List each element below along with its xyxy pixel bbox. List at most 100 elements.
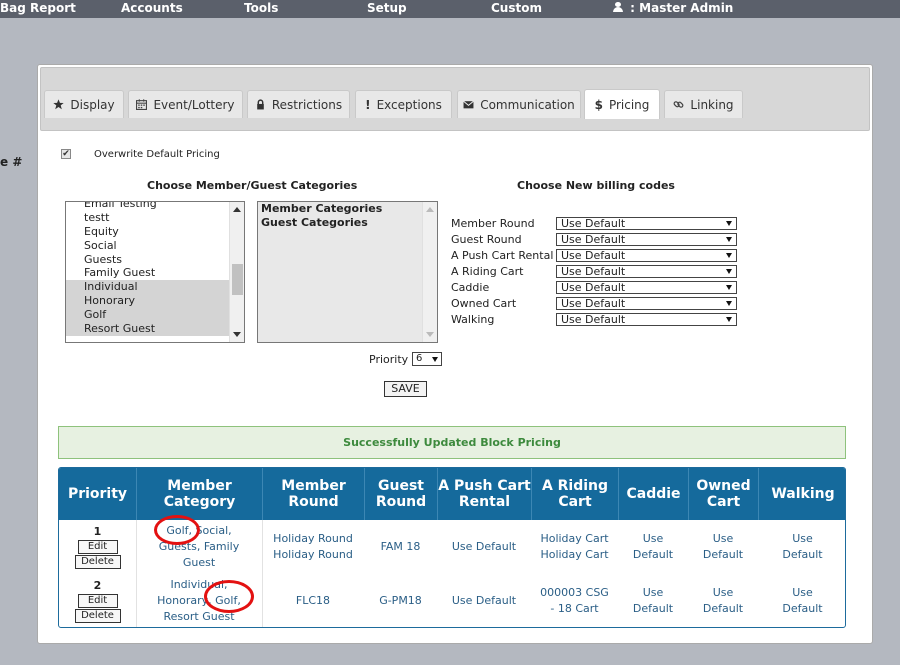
- list-item[interactable]: Honorary: [66, 294, 244, 309]
- scroll-up-icon: [426, 207, 434, 212]
- category-scrollbar[interactable]: [229, 202, 244, 342]
- billing-label-owned-cart: Owned Cart: [451, 297, 517, 310]
- group-scrollbar: [422, 202, 437, 342]
- top-nav-bar: Bag Report Accounts Tools Setup Custom :…: [0, 0, 900, 18]
- chevron-down-icon: [726, 285, 732, 290]
- billing-select-caddie[interactable]: Use Default: [556, 281, 737, 294]
- column-header-priority: Priority: [67, 486, 128, 502]
- exclamation-icon: !: [365, 97, 371, 112]
- link-icon: [673, 101, 684, 108]
- priority-select[interactable]: 6: [412, 352, 442, 366]
- billing-select-owned-cart[interactable]: Use Default: [556, 297, 737, 310]
- nav-tools[interactable]: Tools: [244, 1, 278, 15]
- priority-label: Priority: [369, 353, 409, 366]
- chevron-down-icon: [726, 317, 732, 322]
- billing-select-member-round[interactable]: Use Default: [556, 217, 737, 230]
- nav-custom[interactable]: Custom: [491, 1, 542, 15]
- save-button[interactable]: SAVE: [384, 381, 427, 397]
- annotation-circle: [154, 515, 200, 545]
- list-item[interactable]: Social: [66, 239, 244, 253]
- user-name: : Master Admin: [626, 1, 734, 15]
- scroll-up-icon[interactable]: [233, 207, 241, 212]
- tab-restrictions[interactable]: Restrictions: [247, 90, 350, 118]
- star-icon: [53, 99, 65, 110]
- table-row-1-push-cart: Use Default: [451, 540, 517, 553]
- table-row-1-priority: 1 Edit Delete: [59, 521, 136, 573]
- billing-label-riding-cart: A Riding Cart: [451, 265, 524, 278]
- category-listbox[interactable]: Email Testing testt Equity Social Guests…: [65, 201, 245, 343]
- chevron-down-icon: [726, 269, 732, 274]
- lock-icon: [257, 99, 264, 110]
- table-row-1-member-round: Holiday Round Holiday Round: [273, 532, 353, 561]
- billing-select-guest-round[interactable]: Use Default: [556, 233, 737, 246]
- annotation-circle: [204, 580, 254, 613]
- tab-exceptions[interactable]: ! Exceptions: [355, 90, 452, 118]
- list-item[interactable]: Guest Categories: [258, 216, 437, 230]
- side-label: e #: [0, 155, 23, 169]
- billing-label-member-round: Member Round: [451, 217, 535, 230]
- list-item[interactable]: Guests: [66, 253, 244, 267]
- billing-label-guest-round: Guest Round: [451, 233, 522, 246]
- column-header-walking: Walking: [758, 468, 845, 520]
- chevron-down-icon: [726, 221, 732, 226]
- table-row-1-owned-cart: Use Default: [702, 532, 744, 561]
- success-message: Successfully Updated Block Pricing: [58, 426, 846, 459]
- list-item[interactable]: Member Categories: [258, 202, 437, 216]
- table-row-2-riding-cart: 000003 CSG - 18 Cart: [540, 585, 609, 615]
- column-header-push-cart: A Push Cart Rental: [437, 468, 531, 520]
- chevron-down-icon: [432, 357, 438, 362]
- table-row-1-caddie: Use Default: [632, 532, 674, 561]
- table-row-2-priority: 2 Edit Delete: [59, 574, 136, 627]
- column-header-guest-round: Guest Round: [364, 468, 437, 520]
- scroll-down-icon[interactable]: [233, 332, 241, 337]
- pricing-panel: Display Event/Lottery Restrictions ! Exc…: [37, 64, 873, 644]
- list-item[interactable]: Email Testing: [66, 202, 244, 211]
- table-row-2-owned-cart: Use Default: [702, 585, 744, 615]
- delete-button[interactable]: Delete: [74, 608, 121, 623]
- list-item[interactable]: testt: [66, 211, 244, 225]
- table-row-1-riding-cart: Holiday Cart Holiday Cart: [540, 532, 609, 561]
- nav-user-menu[interactable]: : Master Admin: [613, 1, 733, 15]
- tab-event-lottery[interactable]: Event/Lottery: [128, 90, 243, 118]
- table-row-2-walking: Use Default: [782, 585, 823, 615]
- calendar-icon: [136, 99, 148, 110]
- table-row-2-caddie: Use Default: [632, 585, 674, 615]
- nav-accounts[interactable]: Accounts: [121, 1, 183, 15]
- column-header-member-round: Member Round: [262, 468, 364, 520]
- pricing-table: Priority Member Category Member Round Gu…: [58, 467, 846, 628]
- tab-display[interactable]: Display: [44, 90, 124, 118]
- list-item[interactable]: Golf: [66, 308, 244, 323]
- billing-select-walking[interactable]: Use Default: [556, 313, 737, 326]
- tab-pricing[interactable]: $ Pricing: [584, 89, 660, 119]
- categories-heading: Choose Member/Guest Categories: [147, 179, 358, 192]
- group-listbox[interactable]: Member Categories Guest Categories: [257, 201, 438, 343]
- chevron-down-icon: [726, 301, 732, 306]
- billing-label-walking: Walking: [451, 313, 495, 326]
- overwrite-default-checkbox[interactable]: ✔: [61, 149, 71, 159]
- table-row-2-push-cart: Use Default: [451, 593, 517, 607]
- billing-select-riding-cart[interactable]: Use Default: [556, 265, 737, 278]
- nav-bag-report[interactable]: Bag Report: [0, 1, 76, 15]
- dollar-icon: $: [594, 97, 603, 112]
- list-item[interactable]: Family Guest: [66, 266, 244, 280]
- billing-label-caddie: Caddie: [451, 281, 490, 294]
- tab-linking[interactable]: Linking: [664, 90, 743, 118]
- billing-label-push-cart: A Push Cart Rental: [451, 249, 554, 262]
- envelope-icon: [463, 100, 474, 109]
- edit-button[interactable]: Edit: [77, 593, 118, 608]
- column-header-riding-cart: A Riding Cart: [531, 468, 618, 520]
- list-item[interactable]: Equity: [66, 225, 244, 239]
- table-row-2-member-round: FLC18: [295, 593, 331, 607]
- list-item[interactable]: Resort Guest: [66, 322, 244, 336]
- tab-communication[interactable]: Communication: [457, 90, 581, 118]
- table-row-2-guest-round: G-PM18: [379, 593, 422, 607]
- edit-button[interactable]: Edit: [77, 540, 118, 554]
- delete-button[interactable]: Delete: [74, 555, 121, 569]
- chevron-down-icon: [726, 237, 732, 242]
- list-item[interactable]: Individual: [66, 280, 244, 295]
- user-icon: [613, 2, 623, 12]
- table-row-1-walking: Use Default: [782, 532, 823, 561]
- nav-setup[interactable]: Setup: [367, 1, 407, 15]
- billing-select-push-cart[interactable]: Use Default: [556, 249, 737, 262]
- scroll-thumb[interactable]: [232, 264, 243, 295]
